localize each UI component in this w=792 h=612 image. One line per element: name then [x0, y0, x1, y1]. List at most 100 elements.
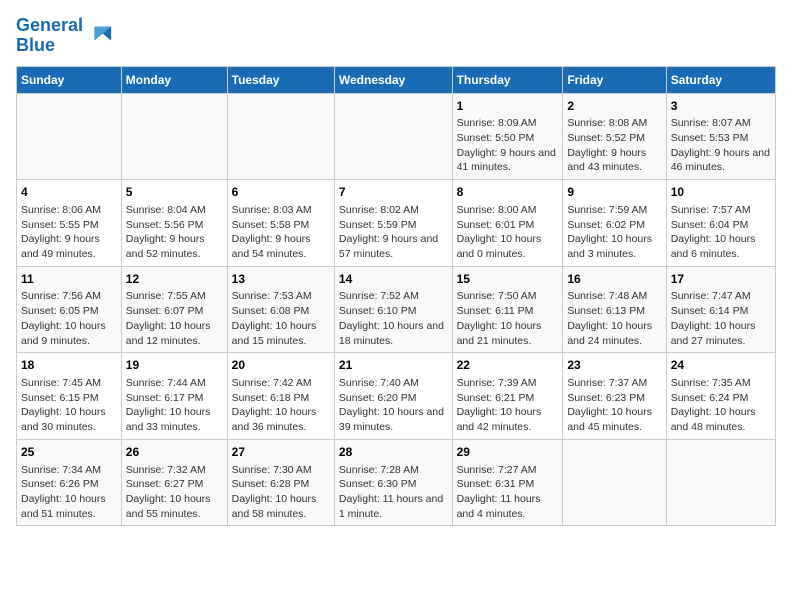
day-number: 23 — [567, 357, 661, 374]
calendar-week-2: 11Sunrise: 7:56 AM Sunset: 6:05 PM Dayli… — [17, 266, 776, 353]
day-number: 19 — [126, 357, 223, 374]
calendar-week-4: 25 Sunrise: 7:34 AM Sunset: 6:26 PM Dayli… — [17, 439, 776, 526]
day-info: Sunrise: 7:47 AM Sunset: 6:14 PM Dayligh… — [671, 289, 771, 348]
calendar-cell — [121, 93, 227, 180]
day-number: 29 — [457, 444, 559, 461]
day-number: 9 — [567, 184, 661, 201]
day-info: Sunrise: 7:45 AM Sunset: 6:15 PM Dayligh… — [21, 376, 117, 435]
col-header-monday: Monday — [121, 66, 227, 93]
day-number: 18 — [21, 357, 117, 374]
day-info: Sunrise: 7:37 AM Sunset: 6:23 PM Dayligh… — [567, 376, 661, 435]
day-info: Sunrise: 7:55 AM Sunset: 6:07 PM Dayligh… — [126, 289, 223, 348]
calendar-cell: 28 Sunrise: 7:28 AM Sunset: 6:30 PM Dayli… — [334, 439, 452, 526]
day-number: 13 — [232, 271, 330, 288]
calendar-cell: 17Sunrise: 7:47 AM Sunset: 6:14 PM Dayli… — [666, 266, 775, 353]
calendar-cell: 21 Sunrise: 7:40 AM Sunset: 6:20 PM Dayli… — [334, 353, 452, 440]
day-info: Sunrise: 8:09 AM Sunset: 5:50 PM Dayligh… — [457, 116, 559, 175]
calendar-cell: 4 Sunrise: 8:06 AM Sunset: 5:55 PM Daylig… — [17, 180, 122, 267]
calendar-cell: 20 Sunrise: 7:42 AM Sunset: 6:18 PM Dayli… — [227, 353, 334, 440]
calendar-cell — [666, 439, 775, 526]
calendar-header-row: SundayMondayTuesdayWednesdayThursdayFrid… — [17, 66, 776, 93]
day-info: Sunrise: 7:30 AM Sunset: 6:28 PM Dayligh… — [232, 463, 330, 522]
day-number: 2 — [567, 98, 661, 115]
day-number: 10 — [671, 184, 771, 201]
calendar-cell: 3Sunrise: 8:07 AM Sunset: 5:53 PM Daylig… — [666, 93, 775, 180]
day-number: 4 — [21, 184, 117, 201]
col-header-friday: Friday — [563, 66, 666, 93]
day-info: Sunrise: 7:50 AM Sunset: 6:11 PM Dayligh… — [457, 289, 559, 348]
calendar-cell: 26 Sunrise: 7:32 AM Sunset: 6:27 PM Dayli… — [121, 439, 227, 526]
day-info: Sunrise: 7:35 AM Sunset: 6:24 PM Dayligh… — [671, 376, 771, 435]
day-number: 5 — [126, 184, 223, 201]
day-number: 21 — [339, 357, 448, 374]
calendar-cell: 14Sunrise: 7:52 AM Sunset: 6:10 PM Dayli… — [334, 266, 452, 353]
calendar-cell: 1Sunrise: 8:09 AM Sunset: 5:50 PM Daylig… — [452, 93, 563, 180]
calendar-cell: 10 Sunrise: 7:57 AM Sunset: 6:04 PM Dayli… — [666, 180, 775, 267]
day-info: Sunrise: 8:08 AM Sunset: 5:52 PM Dayligh… — [567, 116, 661, 175]
day-number: 27 — [232, 444, 330, 461]
col-header-thursday: Thursday — [452, 66, 563, 93]
day-info: Sunrise: 7:52 AM Sunset: 6:10 PM Dayligh… — [339, 289, 448, 348]
day-info: Sunrise: 7:27 AM Sunset: 6:31 PM Dayligh… — [457, 463, 559, 522]
day-info: Sunrise: 8:02 AM Sunset: 5:59 PM Dayligh… — [339, 203, 448, 262]
calendar-cell: 6 Sunrise: 8:03 AM Sunset: 5:58 PM Daylig… — [227, 180, 334, 267]
day-number: 14 — [339, 271, 448, 288]
logo: General Blue — [16, 16, 113, 56]
day-info: Sunrise: 7:56 AM Sunset: 6:05 PM Dayligh… — [21, 289, 117, 348]
calendar-cell: 9Sunrise: 7:59 AM Sunset: 6:02 PM Daylig… — [563, 180, 666, 267]
calendar-cell: 15Sunrise: 7:50 AM Sunset: 6:11 PM Dayli… — [452, 266, 563, 353]
day-info: Sunrise: 8:00 AM Sunset: 6:01 PM Dayligh… — [457, 203, 559, 262]
calendar-body: 1Sunrise: 8:09 AM Sunset: 5:50 PM Daylig… — [17, 93, 776, 526]
day-info: Sunrise: 7:48 AM Sunset: 6:13 PM Dayligh… — [567, 289, 661, 348]
calendar-cell: 13Sunrise: 7:53 AM Sunset: 6:08 PM Dayli… — [227, 266, 334, 353]
day-info: Sunrise: 7:34 AM Sunset: 6:26 PM Dayligh… — [21, 463, 117, 522]
day-info: Sunrise: 7:53 AM Sunset: 6:08 PM Dayligh… — [232, 289, 330, 348]
calendar-cell: 19 Sunrise: 7:44 AM Sunset: 6:17 PM Dayli… — [121, 353, 227, 440]
calendar-cell: 5 Sunrise: 8:04 AM Sunset: 5:56 PM Daylig… — [121, 180, 227, 267]
page-header: General Blue — [16, 16, 776, 56]
day-number: 1 — [457, 98, 559, 115]
calendar-cell: 7Sunrise: 8:02 AM Sunset: 5:59 PM Daylig… — [334, 180, 452, 267]
col-header-sunday: Sunday — [17, 66, 122, 93]
day-number: 28 — [339, 444, 448, 461]
day-info: Sunrise: 7:32 AM Sunset: 6:27 PM Dayligh… — [126, 463, 223, 522]
day-info: Sunrise: 8:07 AM Sunset: 5:53 PM Dayligh… — [671, 116, 771, 175]
day-number: 25 — [21, 444, 117, 461]
day-info: Sunrise: 8:06 AM Sunset: 5:55 PM Dayligh… — [21, 203, 117, 262]
calendar-table: SundayMondayTuesdayWednesdayThursdayFrid… — [16, 66, 776, 527]
calendar-week-1: 4 Sunrise: 8:06 AM Sunset: 5:55 PM Daylig… — [17, 180, 776, 267]
calendar-cell: 18 Sunrise: 7:45 AM Sunset: 6:15 PM Dayli… — [17, 353, 122, 440]
calendar-cell: 8Sunrise: 8:00 AM Sunset: 6:01 PM Daylig… — [452, 180, 563, 267]
day-number: 6 — [232, 184, 330, 201]
day-number: 20 — [232, 357, 330, 374]
calendar-week-3: 18 Sunrise: 7:45 AM Sunset: 6:15 PM Dayli… — [17, 353, 776, 440]
calendar-cell: 16Sunrise: 7:48 AM Sunset: 6:13 PM Dayli… — [563, 266, 666, 353]
calendar-cell: 2Sunrise: 8:08 AM Sunset: 5:52 PM Daylig… — [563, 93, 666, 180]
calendar-week-0: 1Sunrise: 8:09 AM Sunset: 5:50 PM Daylig… — [17, 93, 776, 180]
calendar-cell: 25 Sunrise: 7:34 AM Sunset: 6:26 PM Dayli… — [17, 439, 122, 526]
calendar-cell: 24 Sunrise: 7:35 AM Sunset: 6:24 PM Dayli… — [666, 353, 775, 440]
day-number: 24 — [671, 357, 771, 374]
day-number: 11 — [21, 271, 117, 288]
calendar-cell — [17, 93, 122, 180]
day-info: Sunrise: 7:39 AM Sunset: 6:21 PM Dayligh… — [457, 376, 559, 435]
calendar-cell: 23 Sunrise: 7:37 AM Sunset: 6:23 PM Dayli… — [563, 353, 666, 440]
calendar-cell — [227, 93, 334, 180]
day-info: Sunrise: 7:42 AM Sunset: 6:18 PM Dayligh… — [232, 376, 330, 435]
day-info: Sunrise: 7:57 AM Sunset: 6:04 PM Dayligh… — [671, 203, 771, 262]
day-info: Sunrise: 8:03 AM Sunset: 5:58 PM Dayligh… — [232, 203, 330, 262]
day-info: Sunrise: 7:28 AM Sunset: 6:30 PM Dayligh… — [339, 463, 448, 522]
calendar-cell — [563, 439, 666, 526]
calendar-cell — [334, 93, 452, 180]
day-number: 15 — [457, 271, 559, 288]
day-info: Sunrise: 8:04 AM Sunset: 5:56 PM Dayligh… — [126, 203, 223, 262]
day-number: 12 — [126, 271, 223, 288]
day-info: Sunrise: 7:44 AM Sunset: 6:17 PM Dayligh… — [126, 376, 223, 435]
day-info: Sunrise: 7:40 AM Sunset: 6:20 PM Dayligh… — [339, 376, 448, 435]
day-number: 3 — [671, 98, 771, 115]
day-number: 22 — [457, 357, 559, 374]
calendar-cell: 11Sunrise: 7:56 AM Sunset: 6:05 PM Dayli… — [17, 266, 122, 353]
calendar-cell: 12Sunrise: 7:55 AM Sunset: 6:07 PM Dayli… — [121, 266, 227, 353]
col-header-saturday: Saturday — [666, 66, 775, 93]
day-number: 26 — [126, 444, 223, 461]
